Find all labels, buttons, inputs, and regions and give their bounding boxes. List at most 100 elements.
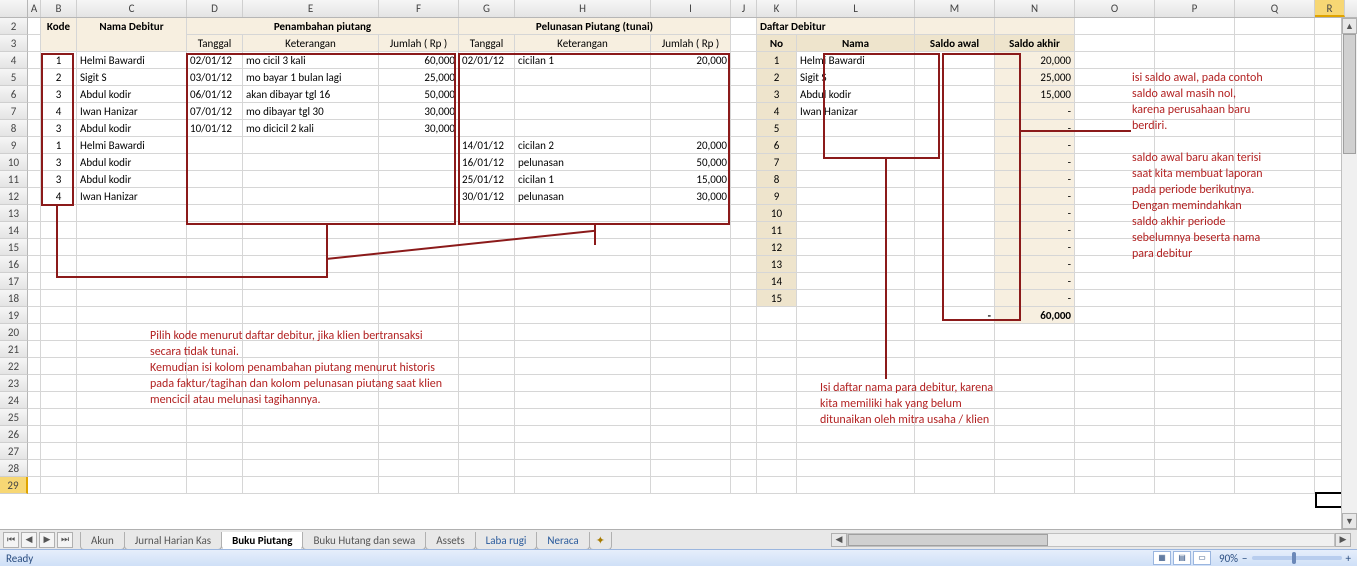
rowhdr-3[interactable]: 3 [0, 35, 28, 52]
cell-ljml[interactable] [651, 205, 731, 222]
cell-ptgl[interactable]: 02/01/12 [187, 52, 243, 69]
cell-kode[interactable] [41, 205, 77, 222]
colhdr-O[interactable]: O [1075, 0, 1155, 17]
cell-pket[interactable] [243, 171, 379, 188]
cell-ltgl[interactable]: 16/01/12 [459, 154, 515, 171]
cell-ptgl[interactable]: 07/01/12 [187, 103, 243, 120]
cell-saldo-akhir[interactable]: - [995, 256, 1075, 273]
cell[interactable] [243, 324, 379, 341]
cell[interactable] [28, 103, 41, 120]
cell-ljml[interactable] [651, 290, 731, 307]
cell[interactable] [995, 324, 1075, 341]
cell-no[interactable]: 5 [757, 120, 797, 137]
cell-lket[interactable] [515, 86, 651, 103]
cell[interactable] [187, 341, 243, 358]
cell[interactable] [651, 307, 731, 324]
cell-ltgl[interactable]: 25/01/12 [459, 171, 515, 188]
cell[interactable] [651, 426, 731, 443]
cell[interactable] [379, 443, 459, 460]
colhdr-I[interactable]: I [651, 0, 731, 17]
cell[interactable] [459, 358, 515, 375]
hscroll-thumb[interactable] [848, 534, 1048, 546]
cell-pket[interactable] [243, 154, 379, 171]
cell[interactable] [1155, 341, 1235, 358]
cell[interactable] [731, 460, 757, 477]
cell[interactable] [1075, 409, 1155, 426]
cell[interactable] [187, 409, 243, 426]
cell-ltgl[interactable] [459, 273, 515, 290]
cell[interactable] [28, 188, 41, 205]
colhdr-L[interactable]: L [797, 0, 915, 17]
colhdr-C[interactable]: C [77, 0, 187, 17]
cell[interactable] [757, 460, 797, 477]
cell[interactable] [41, 341, 77, 358]
cell[interactable] [41, 324, 77, 341]
tab-next-button[interactable]: ▶ [39, 532, 55, 548]
cell-ljml[interactable]: 15,000 [651, 171, 731, 188]
cell[interactable] [731, 35, 757, 52]
cell[interactable] [995, 375, 1075, 392]
cell[interactable] [77, 35, 187, 52]
cell[interactable] [379, 426, 459, 443]
cell-no[interactable]: 12 [757, 239, 797, 256]
rowhdr-19[interactable]: 19 [0, 307, 28, 324]
cell[interactable] [731, 205, 757, 222]
cell-lket[interactable]: pelunasan [515, 154, 651, 171]
rowhdr-16[interactable]: 16 [0, 256, 28, 273]
cell[interactable] [731, 290, 757, 307]
cell-nama[interactable]: Helmi Bawardi [77, 52, 187, 69]
cell-ptgl[interactable] [187, 290, 243, 307]
cell[interactable] [731, 307, 757, 324]
cell[interactable] [77, 375, 187, 392]
cell[interactable] [28, 120, 41, 137]
cell-no[interactable]: 11 [757, 222, 797, 239]
cell[interactable] [187, 477, 243, 494]
cell[interactable] [1155, 205, 1235, 222]
cell[interactable] [757, 426, 797, 443]
cell-lket[interactable] [515, 120, 651, 137]
cell[interactable] [757, 443, 797, 460]
cell-nama[interactable]: Abdul kodir [77, 86, 187, 103]
cell[interactable] [1075, 307, 1155, 324]
cell-saldo-awal[interactable] [915, 154, 995, 171]
cell-pjml[interactable] [379, 256, 459, 273]
cell-nama[interactable] [77, 222, 187, 239]
cell-ptgl[interactable] [187, 154, 243, 171]
cell[interactable] [1235, 290, 1315, 307]
cell-nama[interactable]: Abdul kodir [77, 171, 187, 188]
colhdr-A[interactable]: A [28, 0, 41, 17]
cell-pjml[interactable] [379, 188, 459, 205]
cell[interactable] [797, 358, 915, 375]
cell-ptgl[interactable] [187, 239, 243, 256]
cell[interactable] [1235, 273, 1315, 290]
cell[interactable] [797, 460, 915, 477]
cell-kode[interactable]: 3 [41, 86, 77, 103]
cell[interactable] [757, 341, 797, 358]
cell[interactable] [1235, 120, 1315, 137]
cell-kode[interactable] [41, 290, 77, 307]
cell-ptgl[interactable]: 06/01/12 [187, 86, 243, 103]
cell[interactable] [41, 35, 77, 52]
colhdr-M[interactable]: M [915, 0, 995, 17]
cell[interactable] [731, 324, 757, 341]
cell[interactable] [28, 358, 41, 375]
cell-pjml[interactable]: 25,000 [379, 69, 459, 86]
view-break-button[interactable]: ▭ [1193, 551, 1211, 565]
cell[interactable] [1155, 18, 1235, 35]
cell-pket[interactable]: mo bayar 1 bulan lagi [243, 69, 379, 86]
cell[interactable] [1235, 307, 1315, 324]
cell-ljml[interactable]: 20,000 [651, 52, 731, 69]
cell[interactable] [1075, 35, 1155, 52]
cell[interactable] [243, 341, 379, 358]
cell[interactable] [1235, 103, 1315, 120]
cell[interactable] [28, 137, 41, 154]
cell-pjml[interactable]: 30,000 [379, 120, 459, 137]
active-cell[interactable] [1315, 492, 1343, 508]
cell[interactable] [515, 392, 651, 409]
cell[interactable] [757, 324, 797, 341]
cell-ltgl[interactable] [459, 103, 515, 120]
cell-ltgl[interactable] [459, 256, 515, 273]
rowhdr-20[interactable]: 20 [0, 324, 28, 341]
cell[interactable] [28, 307, 41, 324]
cell-saldo-awal[interactable] [915, 69, 995, 86]
